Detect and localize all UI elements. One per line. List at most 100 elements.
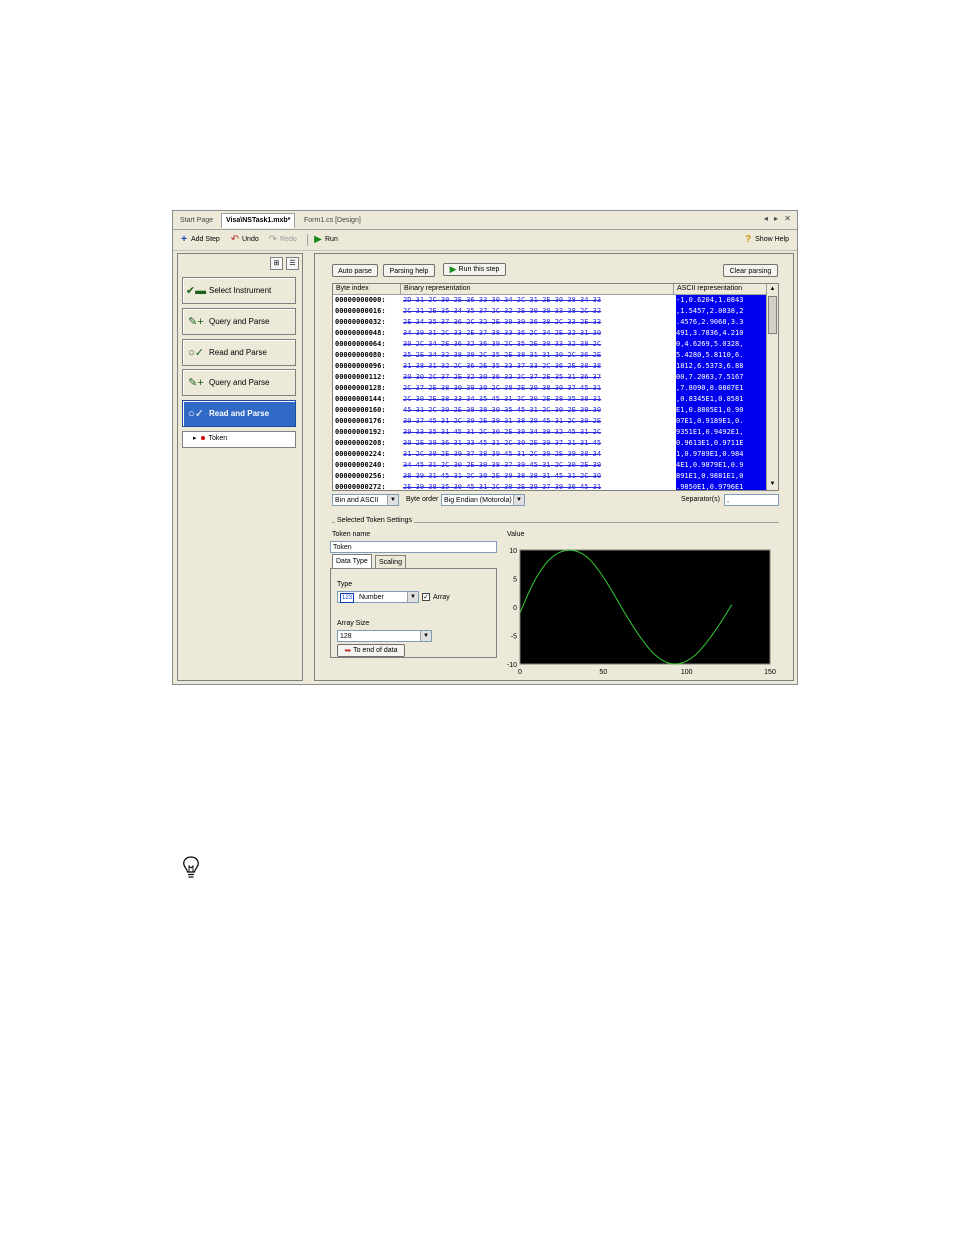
read-parse-icon: ○✓ <box>188 347 204 359</box>
step-query-and-parse-1[interactable]: ✎+ Query and Parse <box>182 308 296 335</box>
table-row[interactable]: 00000000032: 2E 34 35 37 36 2C 32 2E 39 3… <box>333 317 778 328</box>
ascii-cell: ,0.8345E1,0.8581 <box>676 394 766 405</box>
table-row[interactable]: 00000000256: 38 39 31 45 31 2C 30 2E 39 3… <box>333 471 778 482</box>
tab-data-type[interactable]: Data Type <box>332 554 372 568</box>
tab-scaling[interactable]: Scaling <box>375 555 406 568</box>
clear-parsing-button[interactable]: Clear parsing <box>723 264 778 277</box>
type-select[interactable]: 123 Number ▼ <box>337 591 419 603</box>
undo-button[interactable]: ↶ Undo <box>230 233 259 247</box>
ascii-cell: 00,7.2063,7.5167 <box>676 372 766 383</box>
table-row[interactable]: 00000000064: 30 2C 34 2E 36 32 36 39 2C 3… <box>333 339 778 350</box>
binary-cell: 35 2E 34 32 38 30 2C 35 2E 38 31 31 30 2… <box>403 351 602 359</box>
token-name-label: Token name <box>332 531 371 538</box>
ascii-cell: .4576,2.9068,3.3 <box>676 317 766 328</box>
table-row[interactable]: 00000000096: 31 38 31 32 2C 36 2E 35 33 3… <box>333 361 778 372</box>
array-size-select[interactable]: 128 ▼ <box>337 630 432 642</box>
plot-area <box>519 549 771 665</box>
tab-visa-task[interactable]: Visa\NSTask1.mxb* <box>221 213 296 228</box>
byte-index-cell: 00000000032: <box>335 318 386 326</box>
byte-index-cell: 00000000272: <box>335 483 386 491</box>
table-row[interactable]: 00000000224: 31 2C 30 2E 39 37 38 39 45 3… <box>333 449 778 460</box>
run-this-step-button[interactable]: ▶ Run this step <box>443 263 506 276</box>
byte-grid[interactable]: Byte index Binary representation ASCII r… <box>332 283 779 491</box>
steps-pane: ⊞ ☰ ✔▬ Select Instrument ✎+ Query and Pa… <box>177 253 303 681</box>
byte-index-cell: 00000000192: <box>335 428 386 436</box>
auto-parse-button[interactable]: Auto parse <box>332 264 378 277</box>
byte-index-cell: 00000000144: <box>335 395 386 403</box>
tab-start-page[interactable]: Start Page <box>176 214 217 228</box>
add-step-button[interactable]: + Add Step <box>179 233 220 247</box>
expand-icon[interactable]: ⊞ <box>270 257 283 270</box>
y-tick-label: 10 <box>509 548 517 555</box>
table-row[interactable]: 00000000048: 34 39 31 2C 33 2E 37 38 33 3… <box>333 328 778 339</box>
redo-icon: ↷ <box>268 234 278 245</box>
array-checkbox[interactable]: ✓ <box>422 593 430 601</box>
run-button[interactable]: ▶ Run <box>313 233 338 247</box>
query-parse-icon: ✎+ <box>188 316 204 328</box>
show-help-button[interactable]: ? Show Help <box>743 233 789 247</box>
step-read-and-parse-2[interactable]: ○✓ Read and Parse <box>182 400 296 427</box>
binary-cell: 31 2C 30 2E 39 37 38 39 45 31 2C 30 2E 3… <box>403 450 602 458</box>
y-tick-label: 0 <box>513 605 517 612</box>
to-end-of-data-label: To end of data <box>353 647 398 654</box>
column-header-binary: Binary representation <box>401 284 674 294</box>
ascii-cell: 9351E1,0.9492E1, <box>676 427 766 438</box>
to-end-of-data-button[interactable]: ➥ To end of data <box>337 644 405 657</box>
step-select-instrument[interactable]: ✔▬ Select Instrument <box>182 277 296 304</box>
ascii-cell: 0.9613E1,0.9711E <box>676 438 766 449</box>
parsing-help-button[interactable]: Parsing help <box>383 264 435 277</box>
table-row[interactable]: 00000000208: 30 2E 39 36 31 33 45 31 2C 3… <box>333 438 778 449</box>
separator-input[interactable]: , <box>724 494 779 506</box>
binary-cell: 39 33 35 31 45 31 2C 30 2E 39 34 39 32 4… <box>403 428 602 436</box>
binary-cell: 2E 39 38 35 30 45 31 2C 30 2E 39 37 39 3… <box>403 483 602 491</box>
token-name-input[interactable]: Token <box>330 541 497 553</box>
tree-arrow-icon: ▸ <box>193 435 197 442</box>
step-label: Read and Parse <box>209 348 267 357</box>
byte-order-select[interactable]: Big Endian (Motorola) ▼ <box>441 494 525 506</box>
x-tick-label: 0 <box>518 669 522 676</box>
step-query-and-parse-2[interactable]: ✎+ Query and Parse <box>182 369 296 396</box>
byte-index-cell: 00000000208: <box>335 439 386 447</box>
binary-cell: 2D 31 2C 30 2E 36 33 30 34 2C 31 2E 30 3… <box>403 296 602 304</box>
type-label: Type <box>337 581 353 588</box>
scroll-up-icon[interactable]: ▲ <box>768 285 777 294</box>
x-tick-label: 150 <box>764 669 776 676</box>
redo-button[interactable]: ↷ Redo <box>268 233 297 247</box>
ascii-cell: 07E1,0.9189E1,0. <box>676 416 766 427</box>
table-row[interactable]: 00000000112: 30 30 2C 37 2E 32 30 36 33 2… <box>333 372 778 383</box>
table-row[interactable]: 00000000016: 2C 31 2E 35 34 35 37 2C 32 2… <box>333 306 778 317</box>
view-mode-value: Bin and ASCII <box>335 497 379 504</box>
document-tab-strip: Start Page Visa\NSTask1.mxb* Form1.cs [D… <box>173 211 797 230</box>
collapse-icon[interactable]: ☰ <box>286 257 299 270</box>
plus-icon: + <box>181 234 187 245</box>
tab-form-design[interactable]: Form1.cs [Design] <box>300 214 365 228</box>
table-row[interactable]: 00000000192: 39 33 35 31 45 31 2C 30 2E 3… <box>333 427 778 438</box>
x-tick-label: 100 <box>681 669 693 676</box>
tab-nav-controls[interactable]: ◂ ▸ ✕ <box>764 214 793 223</box>
token-tree-item[interactable]: ▸ Token <box>193 434 227 443</box>
x-tick-label: 50 <box>599 669 607 676</box>
binary-cell: 45 31 2C 30 2E 38 38 30 35 45 31 2C 30 2… <box>403 406 602 414</box>
table-row[interactable]: 00000000272: 2E 39 38 35 30 45 31 2C 30 2… <box>333 482 778 491</box>
table-row[interactable]: 00000000000: 2D 31 2C 30 2E 36 33 30 34 2… <box>333 295 778 306</box>
table-row[interactable]: 00000000128: 2C 37 2E 38 30 39 30 2C 38 2… <box>333 383 778 394</box>
step-read-and-parse-1[interactable]: ○✓ Read and Parse <box>182 339 296 366</box>
ascii-cell: 491,3.7836,4.210 <box>676 328 766 339</box>
binary-cell: 31 38 31 32 2C 36 2E 35 33 37 33 2C 36 2… <box>403 362 602 370</box>
byte-index-cell: 00000000096: <box>335 362 386 370</box>
table-row[interactable]: 00000000144: 2C 30 2E 38 33 34 35 45 31 2… <box>333 394 778 405</box>
y-tick-label: 5 <box>513 577 517 584</box>
instrument-icon: ✔▬ <box>185 285 207 297</box>
toolbar-separator <box>307 234 308 246</box>
scroll-thumb[interactable] <box>768 296 777 334</box>
table-row[interactable]: 00000000176: 30 37 45 31 2C 30 2E 39 31 3… <box>333 416 778 427</box>
array-label: Array <box>433 594 450 601</box>
table-row[interactable]: 00000000080: 35 2E 34 32 38 30 2C 35 2E 3… <box>333 350 778 361</box>
table-row[interactable]: 00000000240: 34 45 31 2C 30 2E 39 38 37 3… <box>333 460 778 471</box>
ascii-cell: ,7.8090,8.0807E1 <box>676 383 766 394</box>
byte-index-cell: 00000000000: <box>335 296 386 304</box>
grid-scrollbar[interactable]: ▲ ▼ <box>766 284 778 490</box>
view-mode-select[interactable]: Bin and ASCII ▼ <box>332 494 399 506</box>
table-row[interactable]: 00000000160: 45 31 2C 30 2E 38 38 30 35 4… <box>333 405 778 416</box>
scroll-down-icon[interactable]: ▼ <box>768 480 777 489</box>
